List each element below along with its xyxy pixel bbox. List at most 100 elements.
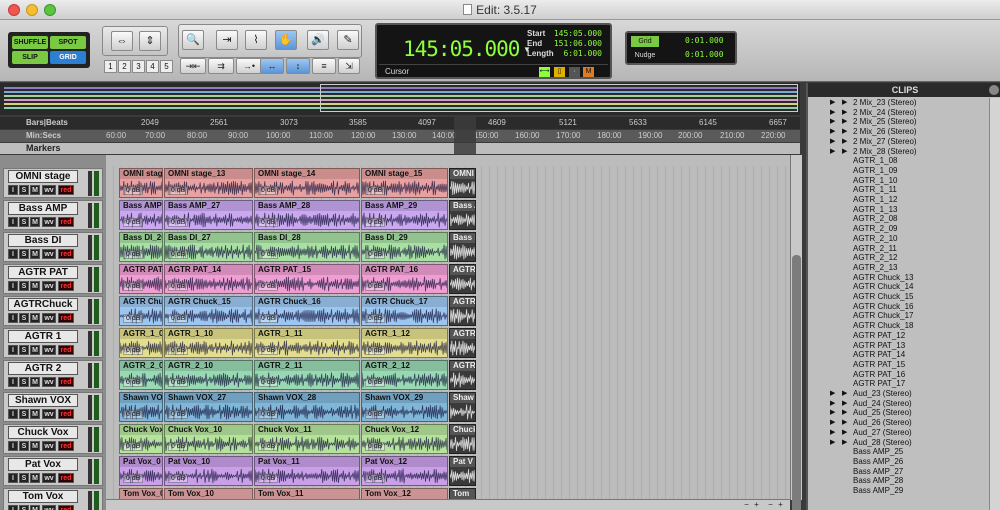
input-button[interactable]: I: [8, 473, 18, 483]
insertion-follows-playback-icon[interactable]: →•: [236, 58, 262, 74]
clip-gain-indicator[interactable]: 0 dB: [365, 250, 386, 259]
clip-gain-indicator[interactable]: 0 dB: [168, 314, 189, 323]
track-view-button[interactable]: wv: [42, 249, 56, 259]
link-timeline-icon[interactable]: ⇉: [208, 58, 234, 74]
clip-gain-indicator[interactable]: 0 dB: [365, 378, 386, 387]
audio-clip[interactable]: AGTR Chuck_16 0 dB: [254, 296, 360, 326]
automation-mode-button[interactable]: red: [58, 313, 74, 323]
vertical-scrollbar[interactable]: [790, 155, 802, 510]
expand-triangle-icon[interactable]: ▶: [830, 117, 835, 127]
input-button[interactable]: I: [8, 217, 18, 227]
audio-clip[interactable]: AGTR PAT 0 dB: [119, 264, 163, 294]
expand-triangle-icon[interactable]: ▶: [830, 147, 835, 157]
zoom-preset-2[interactable]: 2: [118, 60, 131, 73]
grid-label[interactable]: Grid: [631, 36, 659, 47]
expand-triangle-icon[interactable]: ▶: [830, 428, 835, 438]
track-view-button[interactable]: wv: [42, 281, 56, 291]
expand-triangle-icon[interactable]: ▶: [830, 389, 835, 399]
automation-mode-button[interactable]: red: [58, 217, 74, 227]
audio-clip[interactable]: Bass AMP_29 0 dB: [361, 200, 448, 230]
link-track-edit-icon[interactable]: ↔: [260, 58, 284, 74]
fade-indicator-icon[interactable]: ·: [569, 67, 580, 77]
grid-value[interactable]: 0:01.000: [685, 36, 724, 45]
audio-clip[interactable]: AGTR_1_11 0 dB: [254, 328, 360, 358]
clip-gain-indicator[interactable]: 0 dB: [168, 250, 189, 259]
track-view-button[interactable]: wv: [42, 185, 56, 195]
track-header[interactable]: AGTR 1 I S Mwv red: [3, 328, 103, 358]
solo-button[interactable]: S: [19, 185, 29, 195]
track-header[interactable]: Chuck Vox I S Mwv red: [3, 424, 103, 454]
audio-clip[interactable]: Pat V: [449, 456, 476, 486]
clip-gain-indicator[interactable]: 0 dB: [168, 186, 189, 195]
track-name[interactable]: AGTRChuck: [8, 298, 78, 311]
clip-gain-indicator[interactable]: 0 dB: [123, 378, 144, 387]
grid-mode-button[interactable]: GRID: [50, 51, 86, 64]
automation-mode-button[interactable]: red: [58, 441, 74, 451]
clips-scrollbar[interactable]: [989, 98, 1000, 510]
track-view-button[interactable]: wv: [42, 441, 56, 451]
expand-triangle-icon[interactable]: ▶: [830, 127, 835, 137]
clip-gain-indicator[interactable]: 0 dB: [258, 218, 279, 227]
audio-clip[interactable]: AGTR Chuck_15 0 dB: [164, 296, 253, 326]
loop-playback-icon[interactable]: ≡: [312, 58, 336, 74]
zoomer-tool-icon[interactable]: 🔍: [182, 30, 204, 50]
track-header[interactable]: Bass AMP I S Mwv red: [3, 200, 103, 230]
audio-clip[interactable]: Bass DI_26 0 dB: [119, 232, 163, 262]
track-view-button[interactable]: wv: [42, 473, 56, 483]
post-roll-indicator-icon[interactable]: ▯: [554, 67, 565, 77]
audio-clip[interactable]: AGTR_2_0 0 dB: [119, 360, 163, 390]
audio-clip[interactable]: AGTR_1_10 0 dB: [164, 328, 253, 358]
track-header[interactable]: AGTR 2 I S Mwv red: [3, 360, 103, 390]
track-name[interactable]: Shawn VOX: [8, 394, 78, 407]
clip-gain-indicator[interactable]: 0 dB: [168, 218, 189, 227]
track-view-button[interactable]: wv: [42, 217, 56, 227]
audio-clip[interactable]: Pat Vox_11 0 dB: [254, 456, 360, 486]
expand-triangle-icon[interactable]: ▶: [830, 399, 835, 409]
clip-gain-indicator[interactable]: 0 dB: [168, 442, 189, 451]
expand-triangle-icon[interactable]: ▶: [830, 418, 835, 428]
track-view-button[interactable]: wv: [42, 409, 56, 419]
track-name[interactable]: AGTR 2: [8, 362, 78, 375]
clip-gain-indicator[interactable]: 0 dB: [258, 410, 279, 419]
track-name[interactable]: Chuck Vox: [8, 426, 78, 439]
metronome-indicator-icon[interactable]: M: [583, 67, 594, 77]
clip-gain-indicator[interactable]: 0 dB: [168, 282, 189, 291]
markers-ruler[interactable]: Markers: [0, 143, 800, 154]
clip-gain-indicator[interactable]: 0 dB: [123, 314, 144, 323]
track-name[interactable]: OMNI stage: [8, 170, 78, 183]
clip-gain-indicator[interactable]: 0 dB: [168, 474, 189, 483]
zoom-horizontal-icon[interactable]: ⇔: [111, 31, 133, 51]
audio-clip[interactable]: Pat Vox_0 0 dB: [119, 456, 163, 486]
audio-clip[interactable]: AGTR PAT_15 0 dB: [254, 264, 360, 294]
solo-button[interactable]: S: [19, 249, 29, 259]
clip-gain-indicator[interactable]: 0 dB: [123, 250, 144, 259]
track-header[interactable]: AGTRChuck I S Mwv red: [3, 296, 103, 326]
automation-mode-button[interactable]: red: [58, 409, 74, 419]
grabber-tool-icon[interactable]: ✋: [275, 30, 297, 50]
input-button[interactable]: I: [8, 409, 18, 419]
clips-menu-icon[interactable]: [989, 85, 999, 95]
audio-clip[interactable]: AGTR: [449, 328, 476, 358]
audio-clip[interactable]: Chuck Vox_12 0 dB: [361, 424, 448, 454]
input-button[interactable]: I: [8, 249, 18, 259]
clip-gain-indicator[interactable]: 0 dB: [168, 346, 189, 355]
zoom-out-vertical-icon[interactable]: −: [742, 500, 751, 510]
expand-triangle-icon[interactable]: ▶: [830, 408, 835, 418]
mute-button[interactable]: M: [30, 441, 40, 451]
zoom-in-vertical-icon[interactable]: +: [752, 500, 761, 510]
horizontal-scrollbar[interactable]: − + − +: [106, 499, 790, 510]
audio-clip[interactable]: AGTR_2_11 0 dB: [254, 360, 360, 390]
clip-gain-indicator[interactable]: 0 dB: [168, 378, 189, 387]
automation-mode-button[interactable]: red: [58, 345, 74, 355]
clip-gain-indicator[interactable]: 0 dB: [365, 282, 386, 291]
clip-gain-indicator[interactable]: 0 dB: [365, 186, 386, 195]
audio-clip[interactable]: AGTR: [449, 296, 476, 326]
clip-gain-indicator[interactable]: 0 dB: [258, 346, 279, 355]
track-view-button[interactable]: wv: [42, 377, 56, 387]
automation-mode-button[interactable]: red: [58, 505, 74, 510]
min-secs-ruler[interactable]: Min:Secs 60:00 70:00 80:00 90:00 100:00 …: [0, 130, 800, 142]
mute-button[interactable]: M: [30, 377, 40, 387]
mute-button[interactable]: M: [30, 249, 40, 259]
audio-clip[interactable]: AGTR PAT_16 0 dB: [361, 264, 448, 294]
track-header[interactable]: OMNI stage I S Mwv red: [3, 168, 103, 198]
